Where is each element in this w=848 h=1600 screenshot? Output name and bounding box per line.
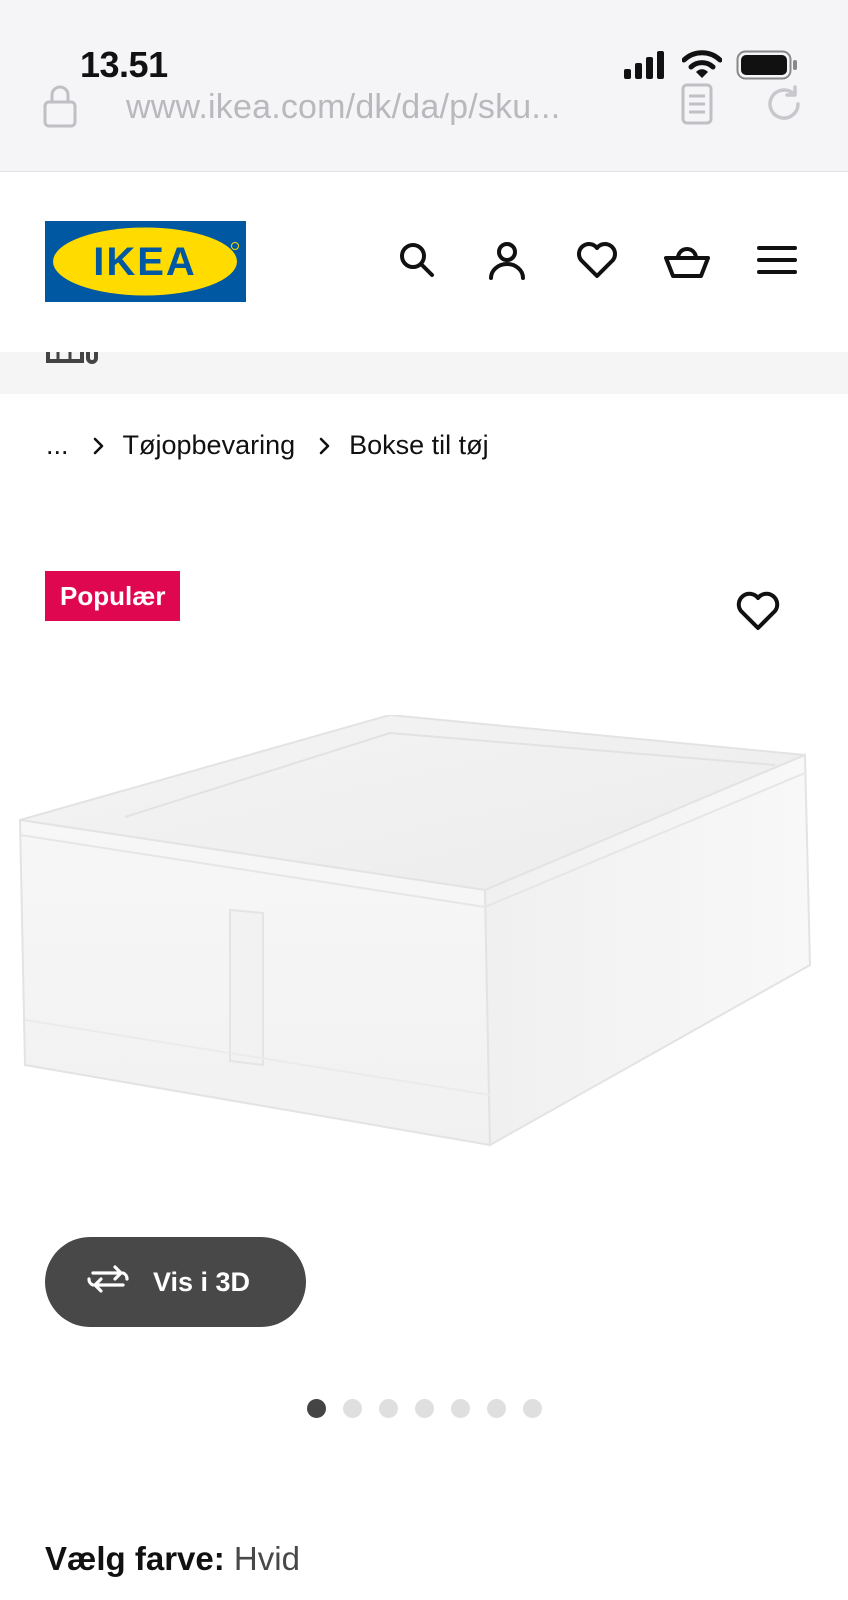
- product-image[interactable]: [15, 713, 835, 1175]
- rotate-3d-icon: [85, 1263, 131, 1302]
- sub-navigation-strip: [0, 352, 848, 394]
- header-actions: [395, 240, 799, 284]
- search-button[interactable]: [395, 240, 439, 284]
- carousel-dot[interactable]: [487, 1399, 506, 1418]
- reload-icon[interactable]: [762, 82, 806, 131]
- carousel-dot[interactable]: [307, 1399, 326, 1418]
- logo-text: IKEA: [93, 240, 197, 284]
- account-icon: [487, 240, 527, 285]
- browser-chrome: www.ikea.com/dk/da/p/sku... 13.51: [0, 0, 848, 172]
- carousel-dot[interactable]: [523, 1399, 542, 1418]
- lock-icon: [42, 84, 78, 133]
- carousel-dot[interactable]: [451, 1399, 470, 1418]
- store-icon[interactable]: [46, 352, 100, 373]
- breadcrumb-item-clothes-storage[interactable]: Tøjopbevaring: [123, 430, 296, 461]
- view-in-3d-button[interactable]: Vis i 3D: [45, 1237, 306, 1327]
- ikea-logo[interactable]: IKEA: [45, 221, 246, 302]
- heart-icon: [736, 591, 780, 636]
- breadcrumb: ... Tøjopbevaring Bokse til tøj: [46, 430, 489, 461]
- status-time: 13.51: [80, 44, 168, 85]
- basket-icon: [664, 240, 710, 285]
- battery-icon: [736, 50, 798, 85]
- view-in-3d-label: Vis i 3D: [153, 1266, 251, 1297]
- reader-icon[interactable]: [680, 82, 714, 131]
- wishlist-button[interactable]: [575, 240, 619, 284]
- wifi-icon: [681, 50, 723, 85]
- color-label: Vælg farve:: [45, 1540, 225, 1577]
- breadcrumb-item-clothes-boxes[interactable]: Bokse til tøj: [349, 430, 489, 461]
- menu-icon: [757, 243, 797, 282]
- color-selector[interactable]: Vælg farve: Hvid: [45, 1540, 300, 1578]
- status-icons: [624, 50, 798, 85]
- search-icon: [397, 240, 437, 285]
- cellular-signal-icon: [624, 51, 668, 84]
- site-header: IKEA: [0, 172, 848, 352]
- heart-icon: [576, 240, 618, 285]
- chevron-right-icon: [319, 437, 331, 455]
- basket-button[interactable]: [664, 240, 710, 285]
- chevron-right-icon: [93, 437, 105, 455]
- color-value: Hvid: [233, 1540, 300, 1577]
- carousel-dot[interactable]: [343, 1399, 362, 1418]
- image-carousel-dots: [307, 1399, 542, 1418]
- account-button[interactable]: [485, 240, 529, 284]
- menu-button[interactable]: [755, 240, 799, 284]
- breadcrumb-ellipsis[interactable]: ...: [46, 430, 69, 461]
- carousel-dot[interactable]: [415, 1399, 434, 1418]
- add-to-favourites-button[interactable]: [736, 590, 780, 634]
- carousel-dot[interactable]: [379, 1399, 398, 1418]
- url-text[interactable]: www.ikea.com/dk/da/p/sku...: [126, 88, 560, 127]
- popular-badge: Populær: [45, 571, 181, 621]
